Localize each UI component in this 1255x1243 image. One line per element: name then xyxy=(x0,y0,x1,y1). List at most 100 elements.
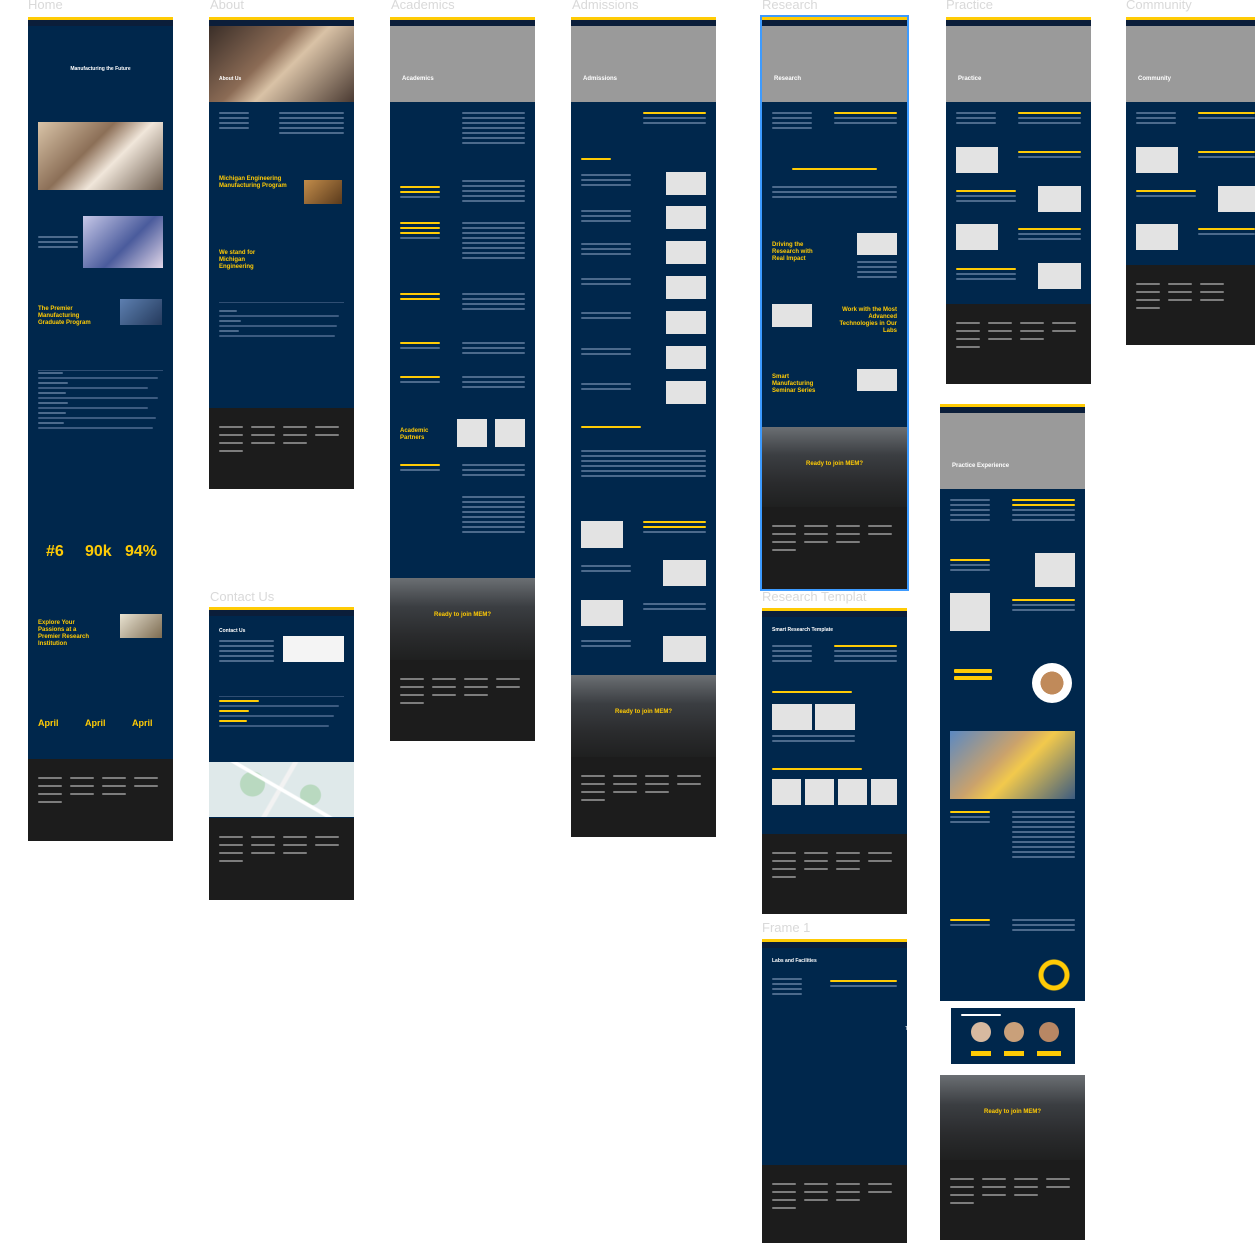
home-hero-headline: Manufacturing the Future xyxy=(70,66,131,72)
nav-bar xyxy=(762,942,907,948)
contact-map[interactable] xyxy=(209,762,354,817)
admissions-image-9 xyxy=(663,560,706,586)
admissions-programs-title xyxy=(581,426,641,431)
frame-label-practice[interactable]: Practice xyxy=(946,0,993,12)
home-explore-title: Explore Your Passions at a Premier Resea… xyxy=(38,620,90,647)
home-frame[interactable]: Manufacturing the Future The Premier Man… xyxy=(28,17,173,841)
nav-bar xyxy=(28,20,173,26)
practice-detail-hero-label: Practice Experience xyxy=(952,463,1010,469)
nav-bar xyxy=(209,610,354,616)
community-frame[interactable]: Community xyxy=(1126,17,1255,345)
template-section-title-1 xyxy=(772,691,852,696)
home-event-2[interactable]: April xyxy=(85,719,106,728)
home-event-3[interactable]: April xyxy=(132,719,153,728)
practice-image-1 xyxy=(956,147,998,173)
frame-label-frame1[interactable]: Frame 1 xyxy=(762,921,810,935)
admissions-body-10 xyxy=(643,603,706,613)
about-frame[interactable]: About Us Michigan Engineering Manufactur… xyxy=(209,17,354,489)
home-program-photo xyxy=(120,299,162,325)
frame-label-contact[interactable]: Contact Us xyxy=(210,590,274,604)
template-section-title-2 xyxy=(772,768,862,773)
research-heading-1: Driving the Research with Real Impact xyxy=(772,242,813,262)
academics-frame[interactable]: Academics Academic Partners Ready to joi… xyxy=(390,17,535,741)
contact-frame[interactable]: Contact Us xyxy=(209,607,354,900)
footer xyxy=(390,660,535,741)
about-hero-photo xyxy=(209,26,354,102)
pd-side-text xyxy=(950,499,990,524)
academics-body-2 xyxy=(462,222,525,262)
admissions-item-2 xyxy=(581,210,631,225)
academics-featured-label: Academic Partners xyxy=(400,428,429,441)
footer xyxy=(1126,265,1255,345)
academics-campus-banner: Ready to join MEM? xyxy=(390,578,535,660)
community-body-2 xyxy=(1136,190,1196,200)
practice-side-text xyxy=(956,112,996,127)
team-highlight-component[interactable] xyxy=(951,1008,1075,1064)
template-image-3 xyxy=(772,779,801,805)
frame1-frame[interactable]: Labs and Facilities xyxy=(762,939,907,1243)
team-avatar-2 xyxy=(1004,1022,1024,1042)
frame-label-admissions[interactable]: Admissions xyxy=(572,0,638,12)
practice-hero-label: Practice xyxy=(958,76,982,82)
connector-label: Team Highlight xyxy=(905,1026,939,1032)
template-image-4 xyxy=(805,779,834,805)
pd-intro xyxy=(1012,499,1075,524)
frame-label-home[interactable]: Home xyxy=(28,0,63,12)
home-lab-photo xyxy=(83,216,163,268)
research-hero-label: Research xyxy=(774,76,802,82)
home-explore-photo xyxy=(120,614,162,638)
template-image-2 xyxy=(815,704,855,730)
practice-detail-frame[interactable]: Practice Experience xyxy=(940,404,1085,1001)
campus-banner: Ready to join MEM? xyxy=(940,1075,1085,1160)
frame-label-research[interactable]: Research xyxy=(762,0,818,12)
practice-body-4 xyxy=(956,268,1016,283)
template-side-text xyxy=(772,645,812,665)
admissions-item-7 xyxy=(581,383,631,393)
research-frame[interactable]: Research Driving the Research with Real … xyxy=(760,15,909,591)
academics-body-3 xyxy=(462,293,525,313)
divider xyxy=(219,302,344,303)
admissions-frame[interactable]: Admissions Ready to join MEM? xyxy=(571,17,716,837)
home-section-title: The Premier Manufacturing Graduate Progr… xyxy=(38,306,91,326)
practice-body-2 xyxy=(956,190,1016,205)
community-hero-label: Community xyxy=(1138,76,1171,82)
divider xyxy=(38,370,163,371)
template-hero-label: Smart Research Template xyxy=(772,627,834,633)
about-left-text xyxy=(219,112,249,132)
contact-form[interactable] xyxy=(283,636,344,662)
admissions-image-2 xyxy=(666,206,706,229)
practice-frame[interactable]: Practice xyxy=(946,17,1091,384)
team-button-1[interactable] xyxy=(971,1051,991,1056)
academics-partner-logo-1 xyxy=(457,419,487,447)
frame-label-community[interactable]: Community xyxy=(1126,0,1192,12)
community-hero: Community xyxy=(1126,26,1255,102)
admissions-image-3 xyxy=(666,241,706,264)
frame1-intro xyxy=(830,980,897,990)
admissions-image-7 xyxy=(666,381,706,404)
academics-side-2 xyxy=(400,222,440,242)
home-lab-text xyxy=(38,236,78,251)
community-image-1 xyxy=(1136,147,1178,173)
research-image-1 xyxy=(857,233,897,255)
pd-profile-photo xyxy=(1032,663,1072,703)
team-button-3[interactable] xyxy=(1037,1051,1061,1056)
community-image-2 xyxy=(1218,186,1255,212)
frame-label-about[interactable]: About xyxy=(210,0,244,12)
community-intro xyxy=(1198,112,1255,122)
template-image-5 xyxy=(838,779,867,805)
research-body-1 xyxy=(857,261,897,281)
frame-label-research-template[interactable]: Research Templat xyxy=(762,590,867,604)
research-image-2 xyxy=(772,304,812,327)
frame-label-academics[interactable]: Academics xyxy=(391,0,455,12)
admissions-image-8 xyxy=(581,521,623,548)
team-button-2[interactable] xyxy=(1004,1051,1024,1056)
contact-intro xyxy=(219,640,274,665)
frame1-side-text xyxy=(772,978,802,998)
research-template-frame[interactable]: Smart Research Template xyxy=(762,608,907,914)
home-event-1[interactable]: April xyxy=(38,719,59,728)
footer xyxy=(940,1160,1085,1240)
about-right-text xyxy=(279,112,344,137)
banner-footer-component[interactable]: Ready to join MEM? xyxy=(940,1075,1085,1240)
banner-text: Ready to join MEM? xyxy=(984,1109,1041,1115)
academics-intro xyxy=(462,112,525,147)
